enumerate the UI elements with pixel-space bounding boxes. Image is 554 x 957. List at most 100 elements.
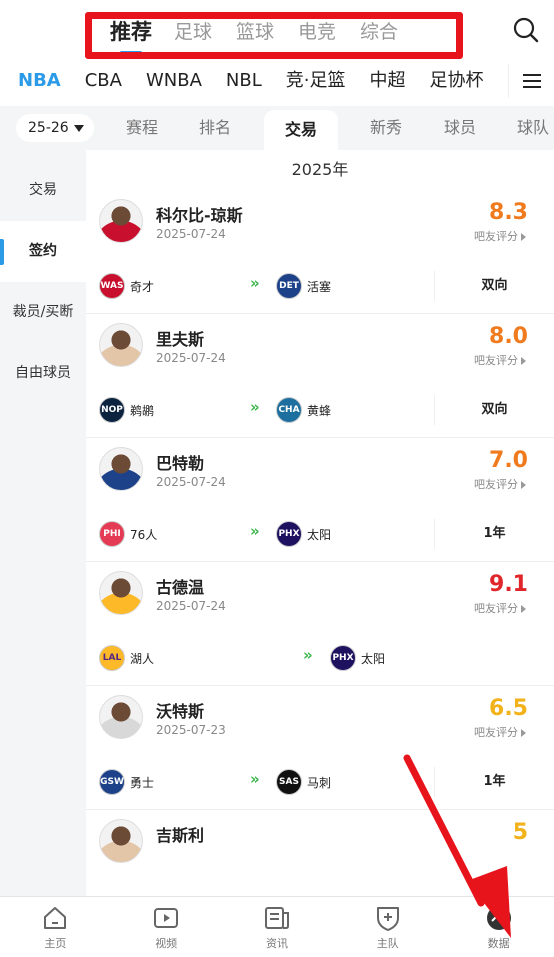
year-header: 2025年 bbox=[291, 160, 349, 179]
nav-news-label: 资讯 bbox=[265, 937, 288, 950]
fan-score-link[interactable]: 吧友评分 bbox=[474, 724, 526, 740]
tab-recommend[interactable]: 推荐 bbox=[100, 14, 162, 54]
to-team[interactable]: CHA 黄蜂 bbox=[276, 397, 331, 423]
player-avatar bbox=[99, 199, 143, 243]
player-card[interactable]: 里夫斯 2025-07-24 8.0 吧友评分 NOP 鹈鹕 » CHA 黄蜂 双向 bbox=[86, 314, 554, 438]
player-avatar bbox=[99, 323, 143, 367]
league-tab-csl[interactable]: 中超 bbox=[369, 64, 405, 98]
side-item-free-agents[interactable]: 自由球员 bbox=[0, 343, 86, 404]
player-name: 沃特斯 bbox=[156, 702, 205, 721]
sub-tab-schedule[interactable]: 赛程 bbox=[105, 106, 179, 150]
transfer-arrow-icon: » bbox=[303, 646, 313, 664]
tab-basketball[interactable]: 篮球 bbox=[224, 14, 286, 50]
fan-score-link[interactable]: 吧友评分 bbox=[474, 228, 526, 244]
to-team-logo: PHX bbox=[330, 645, 356, 671]
nav-news[interactable]: 资讯 bbox=[222, 897, 333, 957]
season-selector[interactable]: 25-26 bbox=[16, 114, 94, 142]
player-name: 古德温 bbox=[156, 578, 205, 597]
contract-type: 双向 bbox=[434, 395, 554, 425]
side-item-waivers[interactable]: 裁员/买断 bbox=[0, 282, 86, 343]
player-card[interactable]: 古德温 2025-07-24 9.1 吧友评分 LAL 湖人 » PHX 太阳 bbox=[86, 562, 554, 686]
nav-team[interactable]: 主队 bbox=[332, 897, 443, 957]
to-team[interactable]: SAS 马刺 bbox=[276, 769, 331, 795]
to-team[interactable]: DET 活塞 bbox=[276, 273, 331, 299]
fan-score: 8.3 bbox=[489, 200, 528, 225]
league-tab-cba[interactable]: CBA bbox=[85, 64, 122, 98]
sub-tab-teams[interactable]: 球队 bbox=[496, 106, 554, 150]
player-card[interactable]: 吉斯利 5 bbox=[86, 810, 554, 877]
sub-tab-standings[interactable]: 排名 bbox=[178, 106, 252, 150]
player-avatar bbox=[99, 447, 143, 491]
transfer-row: PHI 76人 » PHX 太阳 1年 bbox=[86, 505, 554, 562]
sub-tab-trades[interactable]: 交易 bbox=[264, 110, 338, 150]
tab-esports[interactable]: 电竞 bbox=[286, 14, 348, 50]
player-card[interactable]: 科尔比-琼斯 2025-07-24 8.3 吧友评分 WAS 奇才 » DET 活塞 双向 bbox=[86, 190, 554, 314]
app-screen: 推荐 足球 篮球 电竞 综合 NBA CBA WNBA NBL 竞·足篮 中超 … bbox=[0, 0, 554, 957]
league-tab-fa-cup[interactable]: 足协杯 bbox=[429, 64, 483, 98]
search-icon[interactable] bbox=[512, 16, 540, 44]
to-team-logo: PHX bbox=[276, 521, 302, 547]
from-team[interactable]: LAL 湖人 bbox=[99, 645, 154, 671]
fan-score: 5 bbox=[512, 820, 528, 845]
league-tab-nba[interactable]: NBA bbox=[18, 64, 61, 98]
league-menu-button[interactable] bbox=[508, 64, 554, 98]
signing-date: 2025-07-24 bbox=[156, 351, 226, 365]
side-item-signings[interactable]: 签约 bbox=[0, 221, 86, 282]
contract-type: 双向 bbox=[434, 271, 554, 301]
to-team-name: 活塞 bbox=[307, 279, 332, 294]
player-card-header: 吉斯利 5 bbox=[86, 810, 554, 877]
news-icon bbox=[264, 907, 289, 929]
signing-date: 2025-07-24 bbox=[156, 599, 226, 613]
to-team-name: 太阳 bbox=[307, 527, 332, 542]
player-avatar bbox=[99, 695, 143, 739]
from-team[interactable]: GSW 勇士 bbox=[99, 769, 154, 795]
player-card[interactable]: 沃特斯 2025-07-23 6.5 吧友评分 GSW 勇士 » SAS 马刺 1年 bbox=[86, 686, 554, 810]
sub-tab-players[interactable]: 球员 bbox=[423, 106, 497, 150]
from-team[interactable]: WAS 奇才 bbox=[99, 273, 154, 299]
from-team-logo: LAL bbox=[99, 645, 125, 671]
team-shield-icon bbox=[376, 907, 399, 931]
nav-video-label: 视频 bbox=[155, 937, 178, 950]
top-category-bar: 推荐 足球 篮球 电竞 综合 bbox=[0, 0, 554, 64]
from-team-name: 76人 bbox=[130, 527, 158, 542]
to-team-name: 黄蜂 bbox=[307, 403, 332, 418]
player-avatar bbox=[99, 819, 143, 863]
player-name: 吉斯利 bbox=[156, 826, 205, 845]
from-team-logo: WAS bbox=[99, 273, 125, 299]
nav-data[interactable]: 数据 bbox=[443, 897, 554, 957]
top-tabs: 推荐 足球 篮球 电竞 综合 bbox=[100, 14, 410, 54]
from-team[interactable]: PHI 76人 bbox=[99, 521, 157, 547]
tab-general[interactable]: 综合 bbox=[348, 14, 410, 50]
nav-team-label: 主队 bbox=[376, 937, 399, 950]
transfer-arrow-icon: » bbox=[250, 274, 260, 292]
sub-tab-rookies[interactable]: 新秀 bbox=[349, 106, 423, 150]
player-card-header: 里夫斯 2025-07-24 8.0 吧友评分 bbox=[86, 314, 554, 381]
signing-list: 2025年 科尔比-琼斯 2025-07-24 8.3 吧友评分 WAS 奇才 » DET 活塞… bbox=[86, 150, 554, 896]
nav-video[interactable]: 视频 bbox=[111, 897, 222, 957]
from-team-name: 勇士 bbox=[130, 775, 155, 790]
home-icon bbox=[44, 907, 67, 929]
from-team-logo: PHI bbox=[99, 521, 125, 547]
bottom-nav: 主页 视频 资讯 主队 数据 bbox=[0, 896, 554, 957]
to-team[interactable]: PHX 太阳 bbox=[330, 645, 385, 671]
to-team[interactable]: PHX 太阳 bbox=[276, 521, 331, 547]
player-card[interactable]: 巴特勒 2025-07-24 7.0 吧友评分 PHI 76人 » PHX 太阳 1年 bbox=[86, 438, 554, 562]
player-name: 里夫斯 bbox=[156, 330, 205, 349]
transfer-arrow-icon: » bbox=[250, 398, 260, 416]
transfer-arrow-icon: » bbox=[250, 770, 260, 788]
league-tab-wnba[interactable]: WNBA bbox=[146, 64, 202, 98]
league-tab-lottery[interactable]: 竞·足篮 bbox=[286, 64, 346, 98]
to-team-logo: DET bbox=[276, 273, 302, 299]
fan-score-link[interactable]: 吧友评分 bbox=[474, 476, 526, 492]
side-item-trades[interactable]: 交易 bbox=[0, 160, 86, 221]
league-tab-nbl[interactable]: NBL bbox=[226, 64, 262, 98]
signing-date: 2025-07-23 bbox=[156, 723, 226, 737]
fan-score: 8.0 bbox=[489, 324, 528, 349]
league-bar: NBA CBA WNBA NBL 竞·足篮 中超 足协杯 bbox=[0, 64, 554, 104]
player-avatar bbox=[99, 571, 143, 615]
nav-home[interactable]: 主页 bbox=[0, 897, 111, 957]
fan-score-link[interactable]: 吧友评分 bbox=[474, 600, 526, 616]
tab-football[interactable]: 足球 bbox=[162, 14, 224, 50]
fan-score-link[interactable]: 吧友评分 bbox=[474, 352, 526, 368]
from-team[interactable]: NOP 鹈鹕 bbox=[99, 397, 154, 423]
